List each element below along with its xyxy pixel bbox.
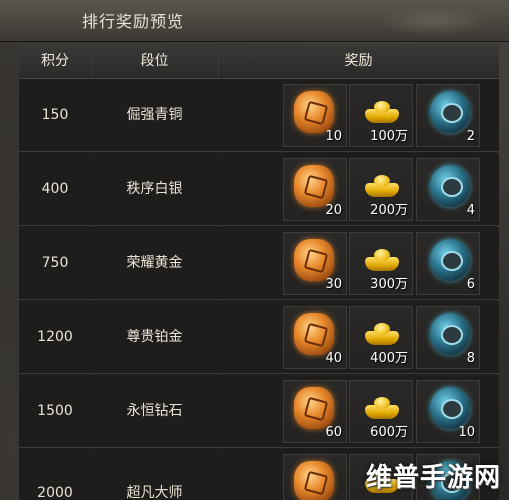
- gold-ingot-icon: [365, 175, 399, 197]
- reward-quantity: 10: [458, 425, 475, 440]
- ranking-reward-table: 积分 段位 奖励 150 倔强青铜 10 100万 2 400 秩序白银 20 …: [18, 43, 499, 500]
- rank-cell: 荣耀黄金: [126, 255, 183, 271]
- reward-quantity: 2: [466, 129, 475, 144]
- gold-ingot-icon: [365, 323, 399, 345]
- header-points: 积分: [41, 53, 69, 69]
- table-row: 750 荣耀黄金 30 300万 6: [19, 227, 499, 300]
- amber-gem-icon: [294, 91, 334, 133]
- reward-slot-gem[interactable]: [283, 454, 347, 500]
- gold-ingot-icon: [365, 397, 399, 419]
- spirit-orb-icon: [430, 239, 470, 281]
- reward-quantity: 100万: [370, 129, 408, 144]
- reward-quantity: 4: [466, 203, 475, 218]
- reward-slot-orb[interactable]: 8: [416, 306, 480, 369]
- reward-slot-gem[interactable]: 20: [283, 158, 347, 221]
- reward-slot-orb[interactable]: 4: [416, 158, 480, 221]
- table-row: 400 秩序白银 20 200万 4: [19, 153, 499, 226]
- reward-quantity: 6: [466, 277, 475, 292]
- amber-gem-icon: [294, 461, 334, 500]
- amber-gem-icon: [294, 387, 334, 429]
- rank-cell: 倔强青铜: [126, 107, 183, 123]
- reward-quantity: 20: [325, 203, 342, 218]
- points-cell: 2000: [37, 485, 73, 500]
- reward-slot-gem[interactable]: 40: [283, 306, 347, 369]
- reward-slot-orb[interactable]: 6: [416, 232, 480, 295]
- points-cell: 150: [41, 107, 69, 123]
- amber-gem-icon: [294, 239, 334, 281]
- table-row: 1500 永恒钻石 60 600万 10: [19, 375, 499, 448]
- spirit-orb-icon: [430, 165, 470, 207]
- rank-cell: 秩序白银: [126, 181, 183, 197]
- reward-slot-ingot[interactable]: 400万: [349, 306, 413, 369]
- spirit-orb-icon: [430, 313, 470, 355]
- reward-quantity: 600万: [370, 425, 408, 440]
- reward-slot-ingot[interactable]: 600万: [349, 380, 413, 443]
- dragon-ornament-icon: [379, 6, 489, 36]
- spirit-orb-icon: [430, 387, 470, 429]
- points-cell: 1200: [37, 329, 73, 345]
- reward-quantity: 60: [325, 425, 342, 440]
- amber-gem-icon: [294, 165, 334, 207]
- table-row: 150 倔强青铜 10 100万 2: [19, 79, 499, 152]
- reward-quantity: 40: [325, 351, 342, 366]
- points-cell: 400: [41, 181, 69, 197]
- reward-quantity: 300万: [370, 277, 408, 292]
- rank-cell: 永恒钻石: [126, 403, 183, 419]
- gold-ingot-icon: [365, 101, 399, 123]
- site-watermark: 维普手游网: [365, 463, 501, 493]
- reward-slot-gem[interactable]: 10: [283, 84, 347, 147]
- reward-slot-ingot[interactable]: 100万: [349, 84, 413, 147]
- reward-slot-gem[interactable]: 30: [283, 232, 347, 295]
- reward-quantity: 8: [466, 351, 475, 366]
- reward-quantity: 200万: [370, 203, 408, 218]
- reward-slot-ingot[interactable]: 300万: [349, 232, 413, 295]
- game-panel: 排行奖励预览 积分 段位 奖励 150 倔强青铜 10 100万 2 400 秩…: [0, 0, 509, 500]
- reward-slot-gem[interactable]: 60: [283, 380, 347, 443]
- panel-title: 排行奖励预览: [82, 12, 185, 31]
- reward-slot-orb[interactable]: 2: [416, 84, 480, 147]
- reward-slot-ingot[interactable]: 200万: [349, 158, 413, 221]
- reward-quantity: 400万: [370, 351, 408, 366]
- points-cell: 1500: [37, 403, 73, 419]
- reward-quantity: 30: [325, 277, 342, 292]
- table-row: 1200 尊贵铂金 40 400万 8: [19, 301, 499, 374]
- amber-gem-icon: [294, 313, 334, 355]
- gold-ingot-icon: [365, 249, 399, 271]
- spirit-orb-icon: [430, 91, 470, 133]
- points-cell: 750: [41, 255, 69, 271]
- reward-slot-orb[interactable]: 10: [416, 380, 480, 443]
- rank-cell: 超凡大师: [126, 485, 183, 500]
- title-bar: 排行奖励预览: [0, 0, 509, 42]
- rank-cell: 尊贵铂金: [126, 329, 183, 345]
- reward-quantity: 10: [325, 129, 342, 144]
- header-reward: 奖励: [344, 53, 373, 69]
- header-rank: 段位: [140, 53, 169, 69]
